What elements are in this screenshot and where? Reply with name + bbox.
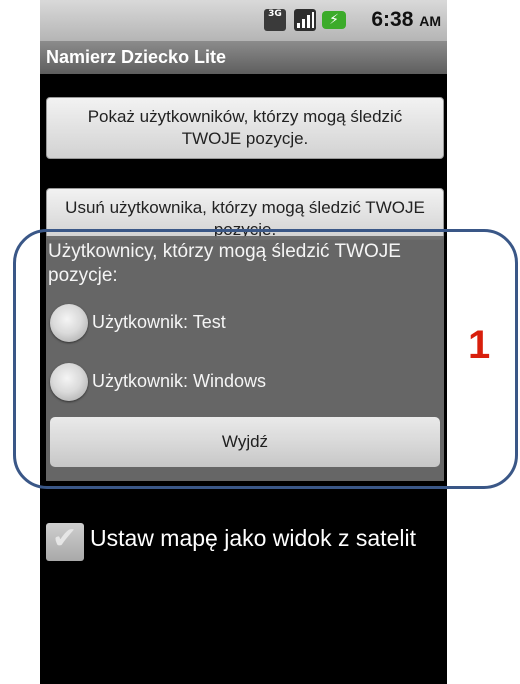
status-bar: 3G ⚡ 6:38 AM [40,0,447,41]
app-title: Namierz Dziecko Lite [40,41,447,74]
annotation-marker: 1 [468,323,491,367]
satellite-checkbox-label: Ustaw mapę jako widok z satelit [90,525,416,551]
satellite-checkbox[interactable]: ✔ [46,521,84,561]
remove-user-label-line1: Usuń użytkownika, którzy mogą śledzić TW… [65,198,425,217]
annotation-outline [13,229,518,489]
status-time: 6:38 AM [371,8,441,31]
show-users-label-line1: Pokaż użytkowników, którzy mogą śledzić [87,107,403,126]
satellite-view-setting[interactable]: ✔ Ustaw mapę jako widok z satelit [44,521,444,561]
show-users-button[interactable]: Pokaż użytkowników, którzy mogą śledzić … [46,97,444,159]
checkmark-icon: ✔ [52,521,78,556]
show-users-label-line2: TWOJE pozycje. [181,129,309,148]
network-3g-icon: 3G [264,9,286,31]
signal-icon [294,9,316,31]
battery-charging-icon: ⚡ [322,11,346,29]
